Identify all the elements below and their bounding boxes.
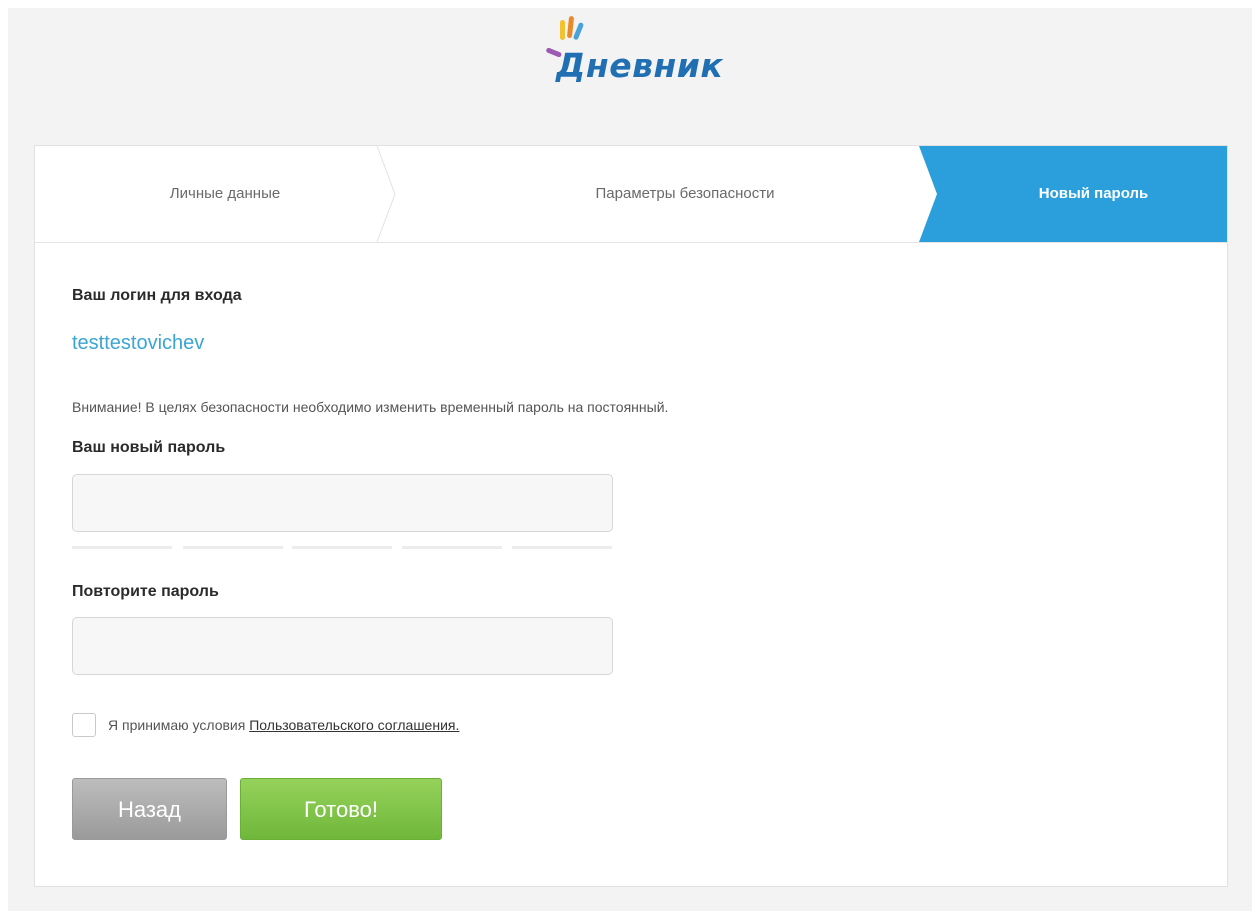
step-new-password[interactable]: Новый пароль [960,146,1227,242]
back-button[interactable]: Назад [72,778,227,840]
strength-segment [183,546,283,549]
logo-text: Дневник [556,46,724,85]
agree-text: Я принимаю условия [108,717,246,733]
strength-segment [72,546,172,549]
repeat-password-input[interactable] [72,617,613,675]
security-notice: Внимание! В целях безопасности необходим… [72,399,669,415]
strength-segment [402,546,502,549]
user-agreement-link[interactable]: Пользовательского соглашения. [249,717,459,733]
agree-checkbox[interactable] [72,713,96,737]
agree-text-row: Я принимаю условия Пользовательского сог… [108,717,459,733]
done-button[interactable]: Готово! [240,778,442,840]
login-value: testtestovichev [72,332,205,354]
login-label: Ваш логин для входа [72,287,242,304]
step-personal-data[interactable]: Личные данные [75,146,375,242]
dnevnik-logo[interactable]: Дневник [536,12,736,94]
strength-segment [512,546,612,549]
steps-wizard: Личные данные Параметры безопасности Нов… [35,146,1227,243]
strength-segment [292,546,392,549]
registration-card: Личные данные Параметры безопасности Нов… [34,145,1228,887]
password-strength-meter [72,546,613,550]
new-password-label: Ваш новый пароль [72,439,226,456]
repeat-password-label: Повторите пароль [72,583,219,600]
step-security-settings[interactable]: Параметры безопасности [415,146,955,242]
new-password-input[interactable] [72,474,613,532]
